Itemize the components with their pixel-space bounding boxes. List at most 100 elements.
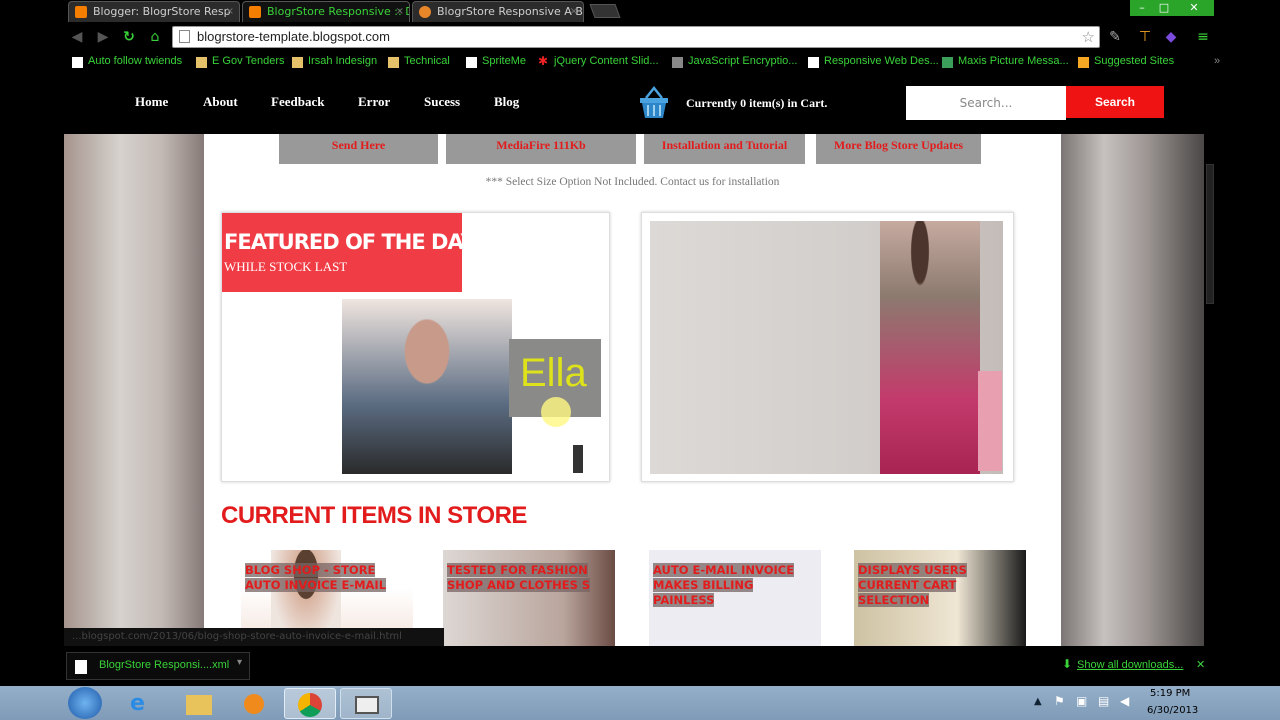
download-menu-icon[interactable]: ▾: [237, 657, 242, 668]
network-icon[interactable]: ▣: [1076, 694, 1087, 708]
mediafire-button[interactable]: MediaFire 111Kb: [446, 134, 636, 164]
url-text[interactable]: blogrstore-template.blogspot.com: [197, 27, 390, 47]
blogger-icon: [75, 6, 87, 18]
bookmark-item[interactable]: ✱ jQuery Content Slid...: [538, 54, 659, 68]
volume-icon[interactable]: ◀: [1120, 694, 1129, 708]
ie-taskbar-icon[interactable]: e: [116, 688, 168, 719]
bookmark-item[interactable]: JavaScript Encryptio...: [672, 55, 797, 68]
extension-icon[interactable]: ✎: [1106, 28, 1124, 46]
new-tab-button[interactable]: [589, 4, 621, 18]
nav-about[interactable]: About: [203, 94, 238, 110]
nav-error[interactable]: Error: [358, 94, 390, 110]
tray-expand-icon[interactable]: ▲: [1034, 696, 1042, 707]
site-icon: [419, 6, 431, 18]
chrome-taskbar-icon[interactable]: [284, 688, 336, 719]
tab-blogrstore-active[interactable]: BlogrStore Responsive :: D ×: [242, 1, 410, 22]
action-center-icon[interactable]: ⚑: [1054, 694, 1065, 708]
bookmark-item[interactable]: E Gov Tenders: [196, 55, 285, 68]
bookmark-item[interactable]: Irsah Indesign: [292, 55, 378, 68]
bookmark-label: Auto follow twiends: [88, 55, 183, 67]
item-title-text: DISPLAYS USERS CURRENT CART SELECTION: [858, 563, 967, 607]
tab-close-icon[interactable]: ×: [570, 2, 578, 22]
search-button[interactable]: Search: [1066, 86, 1164, 118]
installation-button[interactable]: Installation and Tutorial: [644, 134, 805, 164]
nav-feedback[interactable]: Feedback: [271, 94, 324, 110]
tab-title: BlogrStore Responsive A B: [437, 5, 583, 18]
tab-close-icon[interactable]: ×: [226, 2, 234, 22]
downloads-shelf: BlogrStore Responsi....xml ▾ ⬇ Show all …: [0, 646, 1280, 686]
item-title: AUTO E-MAIL INVOICE MAKES BILLING PAINLE…: [653, 563, 803, 608]
more-bookmarks-icon[interactable]: »: [1198, 55, 1220, 67]
bookmark-item[interactable]: SpriteMe: [466, 55, 526, 68]
bookmark-star-icon[interactable]: ☆: [1082, 28, 1095, 46]
bookmark-label: Irsah Indesign: [308, 55, 378, 67]
item-card[interactable]: AUTO E-MAIL INVOICE MAKES BILLING PAINLE…: [649, 550, 821, 646]
maximize-button[interactable]: □: [1154, 0, 1174, 16]
explorer-taskbar-icon[interactable]: [172, 688, 224, 719]
hand-cursor-icon: [541, 397, 571, 427]
power-icon[interactable]: ▤: [1098, 694, 1109, 708]
featured-card[interactable]: Ella FEATURED OF THE DAY → WHILE STOCK L…: [221, 212, 610, 482]
site-nav: Home About Feedback Error Sucess Blog Cu…: [64, 74, 1204, 134]
nav-home[interactable]: Home: [135, 94, 168, 110]
send-here-button[interactable]: Send Here: [279, 134, 438, 164]
tab-blogger[interactable]: Blogger: BlogrStore Resp ×: [68, 1, 240, 22]
clock-date[interactable]: 6/30/2013: [1147, 705, 1198, 716]
extension-icon-3[interactable]: ◆: [1162, 28, 1180, 46]
search-input[interactable]: Search...: [906, 86, 1066, 120]
scrollbar-thumb[interactable]: [1206, 164, 1214, 304]
page-viewport: Home About Feedback Error Sucess Blog Cu…: [64, 74, 1204, 646]
promo-card[interactable]: [641, 212, 1014, 482]
close-window-button[interactable]: ✕: [1174, 0, 1214, 16]
page-icon: [808, 57, 819, 68]
clock-time[interactable]: 5:19 PM: [1150, 688, 1190, 699]
extension-icon-2[interactable]: ⊤: [1136, 28, 1154, 46]
back-icon[interactable]: ◀: [68, 28, 86, 46]
reload-icon[interactable]: ↻: [120, 28, 138, 46]
page-icon: [179, 30, 190, 43]
home-icon[interactable]: ⌂: [146, 28, 164, 46]
forward-icon[interactable]: ▶: [94, 28, 112, 46]
item-title: BLOG SHOP - STORE AUTO INVOICE E-MAIL: [245, 563, 395, 593]
page-scrollbar[interactable]: [1204, 74, 1216, 646]
bookmark-label: E Gov Tenders: [212, 55, 285, 67]
item-card[interactable]: DISPLAYS USERS CURRENT CART SELECTION: [854, 550, 1026, 646]
download-item[interactable]: BlogrStore Responsi....xml ▾: [66, 652, 250, 680]
cart-basket-icon[interactable]: [638, 86, 670, 120]
minimize-button[interactable]: –: [1130, 0, 1154, 16]
bookmark-item[interactable]: Responsive Web Des...: [808, 55, 939, 68]
menu-icon[interactable]: ≡: [1194, 28, 1212, 46]
bookmark-item[interactable]: Maxis Picture Messa...: [942, 55, 1069, 68]
address-bar[interactable]: blogrstore-template.blogspot.com ☆: [172, 26, 1100, 48]
show-all-downloads-link[interactable]: Show all downloads...: [1077, 659, 1183, 671]
tab-title: BlogrStore Responsive :: D: [267, 5, 410, 18]
bookmark-label: Suggested Sites: [1094, 55, 1175, 67]
recorder-taskbar-icon[interactable]: [340, 688, 392, 719]
size-note: *** Select Size Option Not Included. Con…: [485, 176, 780, 188]
tab-blogrstore-ab[interactable]: BlogrStore Responsive A B ×: [412, 1, 584, 22]
bookmark-item[interactable]: Suggested Sites: [1078, 55, 1175, 68]
promo-model: [880, 221, 980, 474]
bookmark-item[interactable]: Auto follow twiends: [72, 55, 183, 68]
featured-title: FEATURED OF THE DAY →: [224, 230, 499, 254]
media-player-taskbar-icon[interactable]: [228, 688, 280, 719]
nav-blog[interactable]: Blog: [494, 94, 519, 110]
updates-button[interactable]: More Blog Store Updates: [816, 134, 981, 164]
bookmark-label: jQuery Content Slid...: [554, 55, 659, 67]
tab-close-icon[interactable]: ×: [396, 2, 404, 22]
item-card[interactable]: TESTED FOR FASHION SHOP AND CLOTHES S: [443, 550, 615, 646]
page-icon: [72, 57, 83, 68]
item-title-text: BLOG SHOP - STORE AUTO INVOICE E-MAIL: [245, 563, 387, 592]
bookmark-item[interactable]: Technical: [388, 55, 450, 68]
nav-sucess[interactable]: Sucess: [424, 94, 460, 110]
item-title-text: AUTO E-MAIL INVOICE MAKES BILLING PAINLE…: [653, 563, 795, 607]
page-icon: [672, 57, 683, 68]
item-title: TESTED FOR FASHION SHOP AND CLOTHES S: [447, 563, 597, 593]
bookmarks-bar: Auto follow twiends E Gov Tenders Irsah …: [0, 52, 1280, 74]
download-filename: BlogrStore Responsi....xml: [99, 659, 230, 671]
close-shelf-icon[interactable]: ✕: [1196, 658, 1205, 671]
tab-strip: Blogger: BlogrStore Resp × BlogrStore Re…: [0, 0, 1280, 22]
start-button[interactable]: [68, 687, 102, 719]
cart-status: Currently 0 item(s) in Cart.: [686, 96, 827, 111]
cart-prefix: Currently: [686, 96, 741, 110]
